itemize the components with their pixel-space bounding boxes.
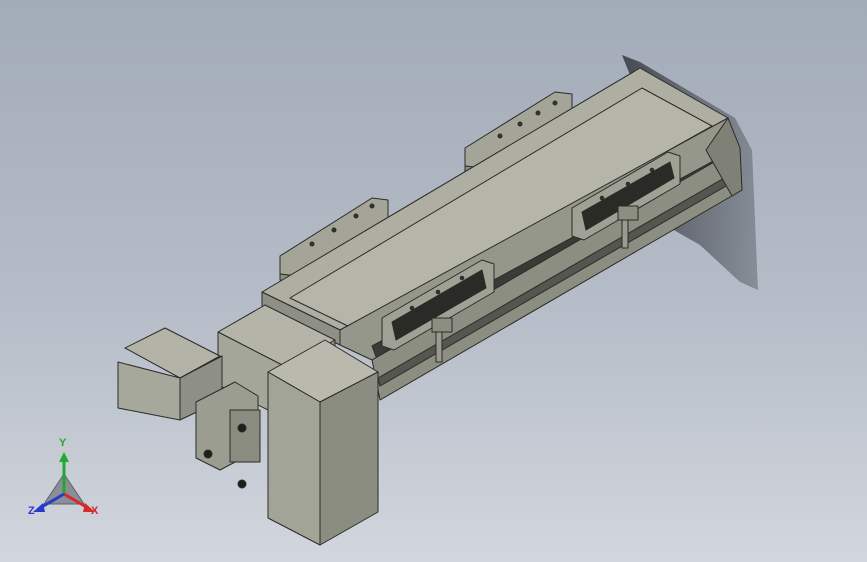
y-axis-arrow <box>59 452 69 462</box>
motor-cover[interactable] <box>267 339 379 546</box>
x-axis-label: X <box>91 505 99 517</box>
z-axis-label: Z <box>28 505 35 517</box>
coordinate-triad: Y X Z <box>22 438 108 526</box>
y-axis-label: Y <box>59 437 67 449</box>
linear-module-model[interactable] <box>0 0 867 562</box>
motor-flange[interactable] <box>195 381 261 489</box>
graphics-viewport[interactable]: Y X Z <box>0 0 867 562</box>
